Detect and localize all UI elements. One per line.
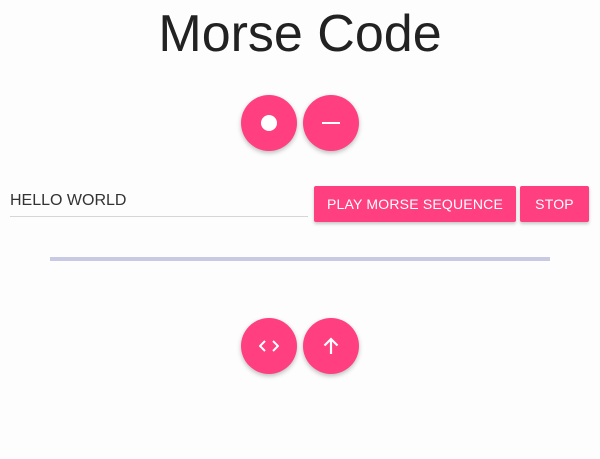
progress-bar	[50, 257, 550, 261]
dash-icon	[322, 121, 340, 125]
code-icon	[259, 339, 279, 353]
dot-button[interactable]	[241, 95, 297, 151]
play-morse-sequence-button[interactable]: PLAY MORSE SEQUENCE	[314, 186, 516, 222]
page-title: Morse Code	[158, 5, 442, 63]
bottom-buttons	[0, 318, 600, 374]
dot-icon	[259, 113, 279, 133]
input-row: PLAY MORSE SEQUENCE STOP	[10, 186, 590, 222]
stop-button[interactable]: STOP	[520, 186, 589, 222]
arrow-up-button[interactable]	[303, 318, 359, 374]
page: Morse Code PLAY MORSE SEQUENCE STOP	[0, 0, 600, 459]
arrow-up-icon	[323, 337, 339, 355]
dash-button[interactable]	[303, 95, 359, 151]
code-button[interactable]	[241, 318, 297, 374]
message-input[interactable]	[10, 186, 308, 217]
morse-input-buttons	[0, 95, 600, 151]
